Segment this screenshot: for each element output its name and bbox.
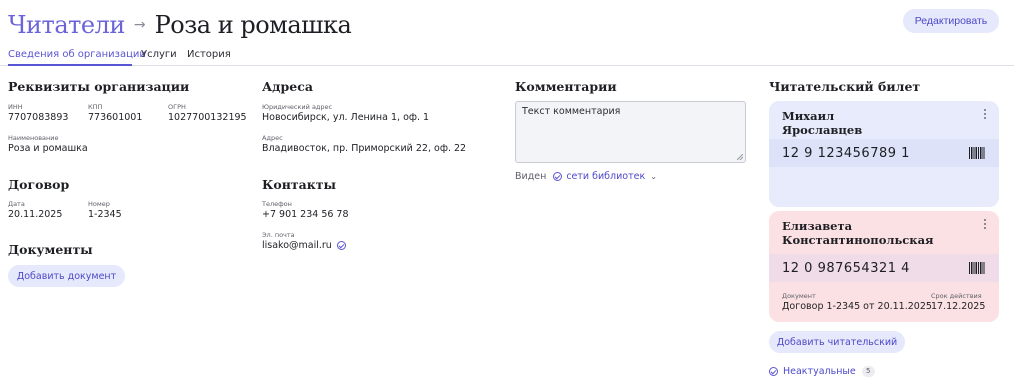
- card-number-band: 12 9 123456789 1: [769, 139, 999, 167]
- card-document-label: Документ: [782, 292, 816, 300]
- address-label: Адрес: [262, 134, 283, 142]
- breadcrumb-arrow-icon: →: [133, 17, 146, 33]
- contract-number-label: Номер: [88, 200, 110, 208]
- card-number-band: 12 0 987654321 4: [769, 254, 999, 282]
- ogrn-label: ОГРН: [168, 103, 186, 111]
- visibility-select[interactable]: сети библиотек: [566, 171, 645, 182]
- page-title: Роза и ромашка: [154, 11, 352, 39]
- inactive-count-badge: 5: [861, 366, 875, 377]
- org-name-value: Роза и ромашка: [8, 143, 88, 154]
- email-value: lisako@mail.ru: [262, 240, 332, 251]
- phone-value: +7 901 234 56 78: [262, 209, 349, 220]
- breadcrumb: Читатели → Роза и ромашка: [8, 8, 352, 42]
- email-label: Эл. почта: [262, 231, 295, 239]
- verified-check-icon: [336, 241, 346, 250]
- barcode-icon: [969, 262, 985, 274]
- library-card-heading: Читательский билет: [769, 79, 921, 94]
- kpp-value: 773601001: [88, 112, 143, 123]
- legal-address-value: Новосибирск, ул. Ленина 1, оф. 1: [262, 112, 430, 123]
- card-holder-name: Елизавета Константинопольская: [782, 219, 934, 247]
- tab-bar: Сведения об организации Услуги История: [0, 47, 1014, 66]
- card-number: 12 9 123456789 1: [782, 145, 910, 161]
- card-expiry-label: Срок действия: [931, 292, 982, 300]
- phone-label: Телефон: [262, 200, 292, 208]
- library-card[interactable]: Михаил Ярославцев 12 9 123456789 1: [769, 101, 999, 207]
- tab-organization-info[interactable]: Сведения об организации: [8, 49, 146, 60]
- tab-history[interactable]: История: [187, 49, 231, 60]
- more-menu-icon[interactable]: [984, 219, 987, 231]
- tab-services[interactable]: Услуги: [141, 49, 177, 60]
- email-row: lisako@mail.ru: [262, 240, 346, 251]
- comment-textarea[interactable]: Текст комментария: [515, 101, 746, 163]
- inn-label: ИНН: [8, 103, 23, 111]
- contacts-heading: Контакты: [262, 177, 337, 192]
- contract-heading: Договор: [8, 177, 70, 192]
- barcode-icon: [969, 147, 985, 159]
- active-tab-indicator: [8, 64, 132, 66]
- comments-heading: Комментарии: [515, 79, 617, 94]
- comment-text: Текст комментария: [522, 106, 621, 117]
- kpp-label: КПП: [88, 103, 103, 111]
- visibility-check-icon: [553, 172, 563, 181]
- inn-value: 7707083893: [8, 112, 69, 123]
- documents-heading: Документы: [8, 242, 93, 257]
- requisites-heading: Реквизиты организации: [8, 79, 190, 94]
- contract-number-value: 1-2345: [88, 209, 122, 220]
- visibility-label: Виден: [515, 171, 547, 182]
- card-expiry-value: 17.12.2025: [931, 301, 986, 312]
- legal-address-label: Юридический адрес: [262, 103, 333, 111]
- add-document-button[interactable]: Добавить документ: [8, 265, 125, 287]
- edit-button[interactable]: Редактировать: [903, 9, 999, 33]
- contract-date-label: Дата: [8, 200, 25, 208]
- addresses-heading: Адреса: [262, 79, 313, 94]
- inactive-check-icon: [769, 367, 778, 376]
- card-document-value: Договор 1-2345 от 20.11.2025: [782, 301, 932, 312]
- org-name-label: Наименование: [8, 134, 59, 142]
- breadcrumb-root-link[interactable]: Читатели: [8, 11, 125, 39]
- contract-date-value: 20.11.2025: [8, 209, 63, 220]
- inactive-label: Неактуальные: [783, 366, 856, 377]
- add-library-card-button[interactable]: Добавить читательский: [769, 331, 905, 353]
- visibility-row: Виден сети библиотек ⌄: [515, 171, 657, 182]
- card-number: 12 0 987654321 4: [782, 260, 910, 276]
- chevron-down-icon[interactable]: ⌄: [650, 172, 657, 181]
- inactive-cards-link[interactable]: Неактуальные 5: [769, 366, 875, 377]
- more-menu-icon[interactable]: [984, 109, 987, 121]
- resize-handle-icon[interactable]: [737, 154, 743, 160]
- library-card[interactable]: Елизавета Константинопольская 12 0 98765…: [769, 211, 999, 322]
- address-value: Владивосток, пр. Приморский 22, оф. 22: [262, 143, 467, 154]
- card-holder-name: Михаил Ярославцев: [782, 109, 863, 137]
- ogrn-value: 1027700132195: [168, 112, 247, 123]
